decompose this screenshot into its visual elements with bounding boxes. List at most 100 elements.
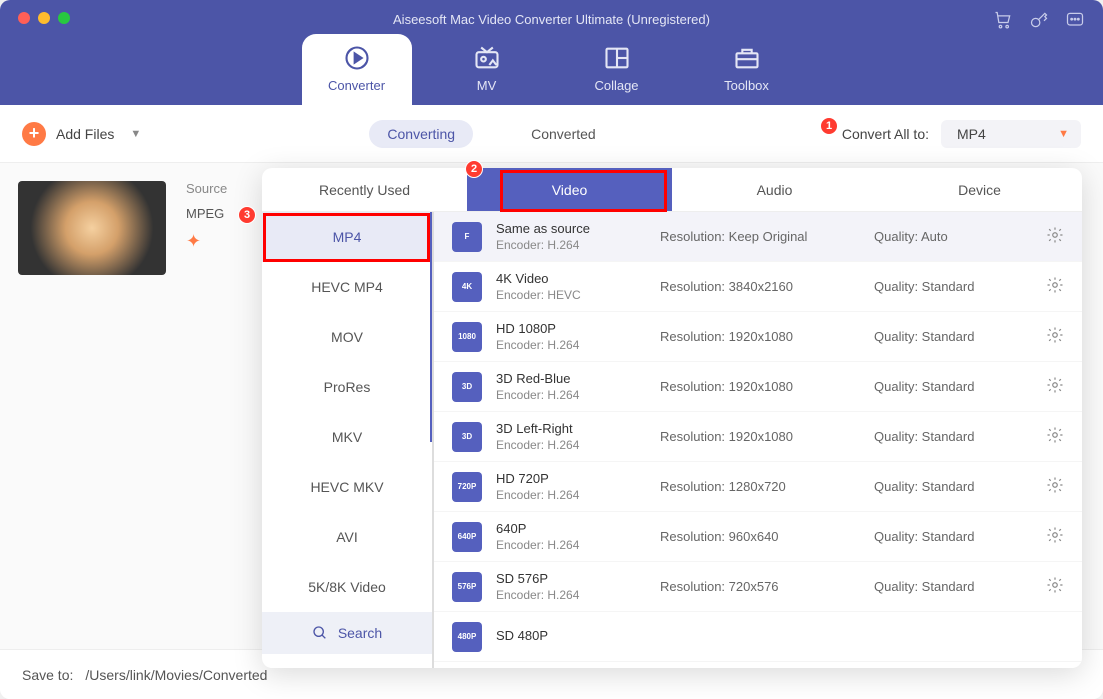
add-files-label: Add Files bbox=[56, 126, 114, 142]
format-item-hevc-mp4[interactable]: HEVC MP4 bbox=[262, 262, 432, 312]
save-to-label: Save to: bbox=[22, 667, 73, 683]
tab-converted[interactable]: Converted bbox=[513, 120, 614, 148]
format-item-5k8k[interactable]: 5K/8K Video bbox=[262, 562, 432, 612]
format-item-avi[interactable]: AVI bbox=[262, 512, 432, 562]
preset-icon: 4K bbox=[452, 272, 482, 302]
preset-encoder: Encoder: H.264 bbox=[496, 488, 646, 502]
tab-converter-label: Converter bbox=[328, 78, 385, 93]
format-popup: Recently Used Video Audio Device MP4 HEV… bbox=[262, 168, 1082, 668]
preset-icon: 1080 bbox=[452, 322, 482, 352]
maximize-window-button[interactable] bbox=[58, 12, 70, 24]
preset-quality: Quality: Standard bbox=[874, 579, 1004, 594]
preset-quality: Quality: Auto bbox=[874, 229, 1004, 244]
source-format: MPEG bbox=[186, 206, 227, 221]
preset-row[interactable]: 640P640PEncoder: H.264Resolution: 960x64… bbox=[434, 512, 1082, 562]
preset-name: SD 480P bbox=[496, 628, 646, 643]
preset-row[interactable]: 4K4K VideoEncoder: HEVCResolution: 3840x… bbox=[434, 262, 1082, 312]
titlebar: Aiseesoft Mac Video Converter Ultimate (… bbox=[0, 0, 1103, 105]
preset-row[interactable]: FSame as sourceEncoder: H.264Resolution:… bbox=[434, 212, 1082, 262]
preset-quality: Quality: Standard bbox=[874, 529, 1004, 544]
gear-icon[interactable] bbox=[1046, 326, 1064, 347]
preset-icon: 3D bbox=[452, 422, 482, 452]
preset-resolution: Resolution: 3840x2160 bbox=[660, 279, 860, 294]
tab-mv-label: MV bbox=[477, 78, 497, 93]
preset-name: HD 720P bbox=[496, 471, 646, 486]
format-item-mp4[interactable]: MP4 bbox=[262, 212, 432, 262]
format-item-prores[interactable]: ProRes bbox=[262, 362, 432, 412]
enhance-icon[interactable]: ✦ bbox=[186, 231, 227, 252]
gear-icon[interactable] bbox=[1046, 576, 1064, 597]
preset-quality: Quality: Standard bbox=[874, 479, 1004, 494]
key-icon[interactable] bbox=[1029, 10, 1049, 30]
video-thumbnail[interactable] bbox=[18, 181, 166, 275]
tab-converting[interactable]: Converting bbox=[369, 120, 473, 148]
preset-row[interactable]: 576PSD 576PEncoder: H.264Resolution: 720… bbox=[434, 562, 1082, 612]
feedback-icon[interactable] bbox=[1065, 10, 1085, 30]
gear-icon[interactable] bbox=[1046, 426, 1064, 447]
main-tabs: Converter MV Collage Toolbox bbox=[0, 34, 1103, 105]
gear-icon[interactable] bbox=[1046, 376, 1064, 397]
preset-icon: 480P bbox=[452, 622, 482, 652]
gear-icon[interactable] bbox=[1046, 526, 1064, 547]
preset-encoder: Encoder: H.264 bbox=[496, 438, 646, 452]
preset-encoder: Encoder: H.264 bbox=[496, 238, 646, 252]
preset-quality: Quality: Standard bbox=[874, 279, 1004, 294]
preset-row[interactable]: 3D3D Left-RightEncoder: H.264Resolution:… bbox=[434, 412, 1082, 462]
titlebar-actions bbox=[993, 10, 1085, 30]
chevron-down-icon: ▼ bbox=[1058, 128, 1069, 140]
minimize-window-button[interactable] bbox=[38, 12, 50, 24]
search-icon bbox=[312, 625, 328, 641]
preset-name: 3D Red-Blue bbox=[496, 371, 646, 386]
close-window-button[interactable] bbox=[18, 12, 30, 24]
tab-mv[interactable]: MV bbox=[432, 34, 542, 105]
output-format-value: MP4 bbox=[957, 126, 986, 142]
scroll-indicator bbox=[430, 212, 432, 442]
app-window: Aiseesoft Mac Video Converter Ultimate (… bbox=[0, 0, 1103, 699]
tab-audio[interactable]: Audio bbox=[672, 168, 877, 211]
preset-quality: Quality: Standard bbox=[874, 379, 1004, 394]
format-item-mov[interactable]: MOV bbox=[262, 312, 432, 362]
gear-icon[interactable] bbox=[1046, 226, 1064, 247]
preset-icon: 640P bbox=[452, 522, 482, 552]
preset-row[interactable]: 480P SD 480P bbox=[434, 612, 1082, 662]
preset-quality: Quality: Standard bbox=[874, 329, 1004, 344]
preset-name: 3D Left-Right bbox=[496, 421, 646, 436]
tab-recently-used[interactable]: Recently Used bbox=[262, 168, 467, 211]
preset-row[interactable]: 720P HD 720P Encoder: H.264 Resolution: 128… bbox=[434, 462, 1082, 512]
preset-name: HD 1080P bbox=[496, 321, 646, 336]
converter-icon bbox=[343, 44, 371, 72]
output-format-dropdown[interactable]: MP4 ▼ bbox=[941, 120, 1081, 148]
toolbar: + Add Files ▼ Converting Converted Conve… bbox=[0, 105, 1103, 163]
tab-converter[interactable]: Converter bbox=[302, 34, 412, 105]
format-sidebar: MP4 HEVC MP4 MOV ProRes MKV HEVC MKV AVI… bbox=[262, 212, 434, 668]
preset-row[interactable]: 1080HD 1080PEncoder: H.264Resolution: 19… bbox=[434, 312, 1082, 362]
preset-resolution: Resolution: 1280x720 bbox=[660, 479, 860, 494]
preset-name: 640P bbox=[496, 521, 646, 536]
source-label: Source bbox=[186, 181, 227, 196]
format-item-hevc-mkv[interactable]: HEVC MKV bbox=[262, 462, 432, 512]
format-search[interactable]: Search bbox=[262, 612, 432, 654]
gear-icon[interactable] bbox=[1046, 276, 1064, 297]
callout-badge-3: 3 bbox=[238, 206, 256, 224]
preset-icon: 3D bbox=[452, 372, 482, 402]
preset-resolution: Resolution: Keep Original bbox=[660, 229, 860, 244]
preset-row[interactable]: 3D3D Red-BlueEncoder: H.264Resolution: 1… bbox=[434, 362, 1082, 412]
window-title: Aiseesoft Mac Video Converter Ultimate (… bbox=[0, 0, 1103, 27]
save-to-path[interactable]: /Users/link/Movies/Converted bbox=[85, 667, 267, 683]
preset-encoder: Encoder: H.264 bbox=[496, 388, 646, 402]
format-category-tabs: Recently Used Video Audio Device bbox=[262, 168, 1082, 212]
window-controls bbox=[18, 12, 70, 24]
preset-icon: 720P bbox=[452, 472, 482, 502]
preset-encoder: Encoder: H.264 bbox=[496, 338, 646, 352]
tab-device[interactable]: Device bbox=[877, 168, 1082, 211]
search-label: Search bbox=[338, 625, 382, 641]
cart-icon[interactable] bbox=[993, 10, 1013, 30]
gear-icon[interactable] bbox=[1046, 476, 1064, 497]
format-item-mkv[interactable]: MKV bbox=[262, 412, 432, 462]
tab-toolbox[interactable]: Toolbox bbox=[692, 34, 802, 105]
chevron-down-icon[interactable]: ▼ bbox=[130, 128, 141, 140]
preset-name: SD 576P bbox=[496, 571, 646, 586]
tab-collage[interactable]: Collage bbox=[562, 34, 672, 105]
tab-video[interactable]: Video bbox=[467, 168, 672, 211]
add-files-button[interactable]: + Add Files ▼ bbox=[22, 122, 141, 146]
